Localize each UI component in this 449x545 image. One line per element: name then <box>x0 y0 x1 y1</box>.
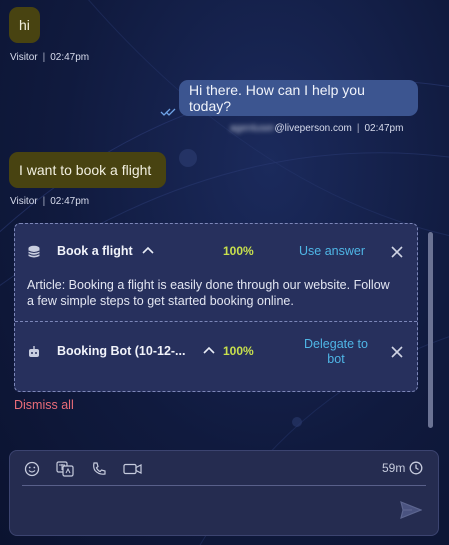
composer-divider <box>22 485 426 486</box>
clock-icon <box>409 461 423 475</box>
read-receipt-icon <box>160 108 176 116</box>
message-meta: Visitor | 02:47pm <box>10 52 90 63</box>
message-time: 02:47pm <box>364 123 404 134</box>
use-answer-button[interactable]: Use answer <box>299 244 365 258</box>
suggestion-title: Book a flight <box>57 244 133 258</box>
agent-name-masked: agentuser <box>230 123 275 134</box>
scrollbar[interactable] <box>428 232 433 428</box>
message-input[interactable] <box>22 491 392 527</box>
message-sender: Visitor <box>10 196 38 207</box>
emoji-icon[interactable] <box>24 461 40 477</box>
message-time: 02:47pm <box>50 52 90 63</box>
message-composer: 59m <box>9 450 439 536</box>
timer-value: 59m <box>382 461 406 475</box>
message-text: Hi there. How can I help you today? <box>189 82 365 114</box>
conversation-timer: 59m <box>382 461 423 475</box>
agent-email-domain: @liveperson.com <box>274 123 352 134</box>
database-icon <box>28 245 40 258</box>
message-sender: Visitor <box>10 52 38 63</box>
confidence-score: 100% <box>223 344 254 358</box>
delegate-to-bot-button[interactable]: Delegate to bot <box>297 337 375 367</box>
chevron-up-icon[interactable] <box>203 345 215 355</box>
close-icon[interactable] <box>391 246 403 258</box>
message-time: 02:47pm <box>50 196 90 207</box>
message-text: hi <box>19 17 30 33</box>
message-meta: Visitor | 02:47pm <box>10 196 90 207</box>
visitor-message-bubble: hi <box>9 7 40 43</box>
bot-icon <box>29 346 39 357</box>
chevron-up-icon[interactable] <box>142 245 154 255</box>
confidence-score: 100% <box>223 244 254 258</box>
video-icon[interactable] <box>123 461 143 477</box>
translate-icon[interactable] <box>56 461 74 477</box>
suggestion-row-bot: Booking Bot (10-12-... 100% Delegate to … <box>15 337 417 367</box>
message-text: I want to book a flight <box>19 162 152 178</box>
suggestions-panel: Book a flight 100% Use answer Article: B… <box>14 223 418 392</box>
suggestion-row-article: Book a flight 100% Use answer <box>15 237 417 267</box>
close-icon[interactable] <box>391 346 403 358</box>
suggestion-article-body: Article: Booking a flight is easily done… <box>27 278 390 308</box>
dismiss-all-link[interactable]: Dismiss all <box>14 398 74 412</box>
agent-message-bubble: Hi there. How can I help you today? <box>179 80 418 116</box>
phone-icon[interactable] <box>91 461 107 477</box>
send-icon[interactable] <box>400 501 422 519</box>
suggestion-title: Booking Bot (10-12-... <box>57 344 186 358</box>
visitor-message-bubble: I want to book a flight <box>9 152 166 188</box>
message-meta: agentuser@liveperson.com | 02:47pm <box>230 123 404 134</box>
suggestion-divider <box>15 321 417 322</box>
